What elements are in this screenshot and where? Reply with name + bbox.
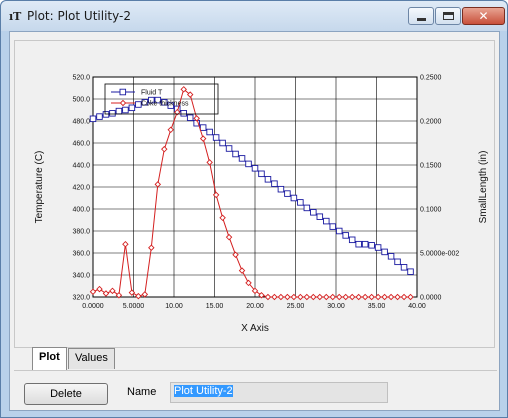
- legend-label: Coke thickness: [141, 101, 189, 108]
- data-point-fluid-t: [355, 240, 362, 248]
- y-tick-label: 380.0: [72, 229, 90, 236]
- x-tick-label: 25.00: [287, 303, 305, 310]
- data-point-fluid-t: [310, 209, 317, 216]
- x-tick-label: 40.00: [408, 303, 426, 310]
- bottom-panel: Delete Name Plot Utility-2: [14, 370, 497, 408]
- x-tick-label: 20.00: [246, 303, 264, 310]
- data-point-fluid-t: [122, 106, 129, 114]
- y-tick-label: 460.0: [72, 141, 90, 148]
- legend-marker: [119, 88, 127, 96]
- data-point-fluid-t: [89, 115, 97, 123]
- data-point-fluid-t: [381, 248, 388, 256]
- x-tick-label: 10.00: [165, 303, 183, 310]
- tab-plot[interactable]: Plot: [32, 347, 67, 370]
- data-point-fluid-t: [329, 223, 337, 230]
- data-point-fluid-t: [297, 199, 304, 206]
- close-icon: ✕: [478, 9, 489, 23]
- data-point-fluid-t: [186, 114, 194, 121]
- data-point-fluid-t: [264, 176, 272, 183]
- y-tick-label: 420.0: [72, 185, 90, 192]
- legend-label: Fluid T: [141, 90, 163, 97]
- data-point-fluid-t: [394, 258, 401, 266]
- delete-button[interactable]: Delete: [24, 383, 108, 405]
- y2-tick-label: 0.1500: [420, 163, 442, 170]
- x-tick-label: 0.0000: [82, 303, 104, 310]
- data-point-fluid-t: [225, 145, 233, 152]
- data-point-fluid-t: [212, 134, 220, 141]
- data-point-fluid-t: [374, 244, 382, 251]
- name-field[interactable]: Plot Utility-2: [170, 382, 388, 403]
- data-point-fluid-t: [368, 242, 375, 249]
- data-point-fluid-t: [348, 236, 356, 244]
- data-point-fluid-t: [232, 150, 239, 158]
- y-tick-label: 340.0: [72, 273, 90, 280]
- x-tick-label: 35.00: [368, 303, 386, 310]
- close-button[interactable]: ✕: [462, 7, 505, 25]
- chart[interactable]: 0.0000 5.0000 10.00 15.00 20.00 25.00 30.00 35.…: [15, 41, 496, 349]
- data-point-fluid-t: [271, 180, 278, 187]
- data-point-fluid-t: [258, 170, 265, 178]
- x-tick-label: 30.00: [327, 303, 345, 310]
- name-value: Plot Utility-2: [174, 385, 233, 397]
- data-point-fluid-t: [277, 185, 285, 193]
- y-tick-label: 520.0: [72, 75, 90, 82]
- x-tick-label: 15.00: [206, 303, 224, 310]
- y2-tick-label: 0.2000: [420, 119, 442, 126]
- y2-tick-label: 0.0000: [420, 295, 442, 302]
- y-tick-label: 480.0: [72, 119, 90, 126]
- client-area: 0.0000 5.0000 10.00 15.00 20.00 25.00 30.00 35.…: [9, 31, 500, 411]
- x-axis-title: X Axis: [241, 323, 269, 334]
- y-tick-label: 500.0: [72, 97, 90, 104]
- plot-window: ıT Plot: Plot Utility-2 ✕ 0.0000 5.0000 10…: [0, 0, 508, 418]
- y-tick-label: 320.0: [72, 295, 90, 302]
- data-point-fluid-t: [219, 139, 226, 147]
- name-label: Name: [127, 386, 157, 398]
- data-point-fluid-t: [407, 268, 414, 275]
- y2-tick-label: 0.1000: [420, 207, 442, 214]
- maximize-button[interactable]: [435, 7, 461, 25]
- y2-tick-label: 0.2500: [420, 75, 442, 82]
- title-bar[interactable]: ıT Plot: Plot Utility-2 ✕: [1, 1, 507, 31]
- data-point-fluid-t: [323, 217, 330, 225]
- data-point-fluid-t: [128, 104, 136, 112]
- data-point-fluid-t: [251, 165, 259, 172]
- data-point-fluid-t: [284, 190, 291, 197]
- y-axis-title: Temperature (C): [34, 151, 45, 224]
- data-point-fluid-t: [115, 107, 123, 115]
- data-point-fluid-t: [316, 213, 324, 220]
- data-point-fluid-t: [109, 110, 116, 117]
- y2-tick-label: 5.0000e-002: [420, 251, 459, 258]
- tab-values[interactable]: Values: [68, 348, 115, 369]
- data-point-fluid-t: [180, 110, 187, 117]
- y2-axis-title: SmallLength (in): [478, 151, 489, 224]
- data-point-fluid-t: [303, 204, 311, 212]
- data-point-fluid-t: [361, 240, 369, 248]
- window-title: Plot: Plot Utility-2: [27, 9, 131, 23]
- y-tick-label: 440.0: [72, 163, 90, 170]
- maximize-icon: [443, 12, 454, 20]
- x-tick-label: 5.0000: [123, 303, 145, 310]
- data-point-fluid-t: [387, 253, 395, 260]
- data-point-fluid-t: [245, 160, 252, 168]
- data-point-fluid-t: [335, 227, 343, 235]
- data-point-fluid-t: [290, 194, 298, 202]
- plot-panel: 0.0000 5.0000 10.00 15.00 20.00 25.00 30.00 35.…: [14, 40, 495, 348]
- minimize-icon: [417, 18, 426, 21]
- app-icon: ıT: [9, 10, 22, 23]
- data-point-fluid-t: [238, 155, 246, 162]
- data-point-fluid-t: [400, 264, 408, 271]
- data-point-fluid-t: [206, 128, 213, 136]
- data-point-fluid-t: [96, 113, 103, 120]
- y-tick-label: 360.0: [72, 251, 90, 258]
- data-point-fluid-t: [342, 232, 349, 239]
- y-tick-label: 400.0: [72, 207, 90, 214]
- minimize-button[interactable]: [408, 7, 434, 25]
- data-point-fluid-t: [199, 124, 207, 131]
